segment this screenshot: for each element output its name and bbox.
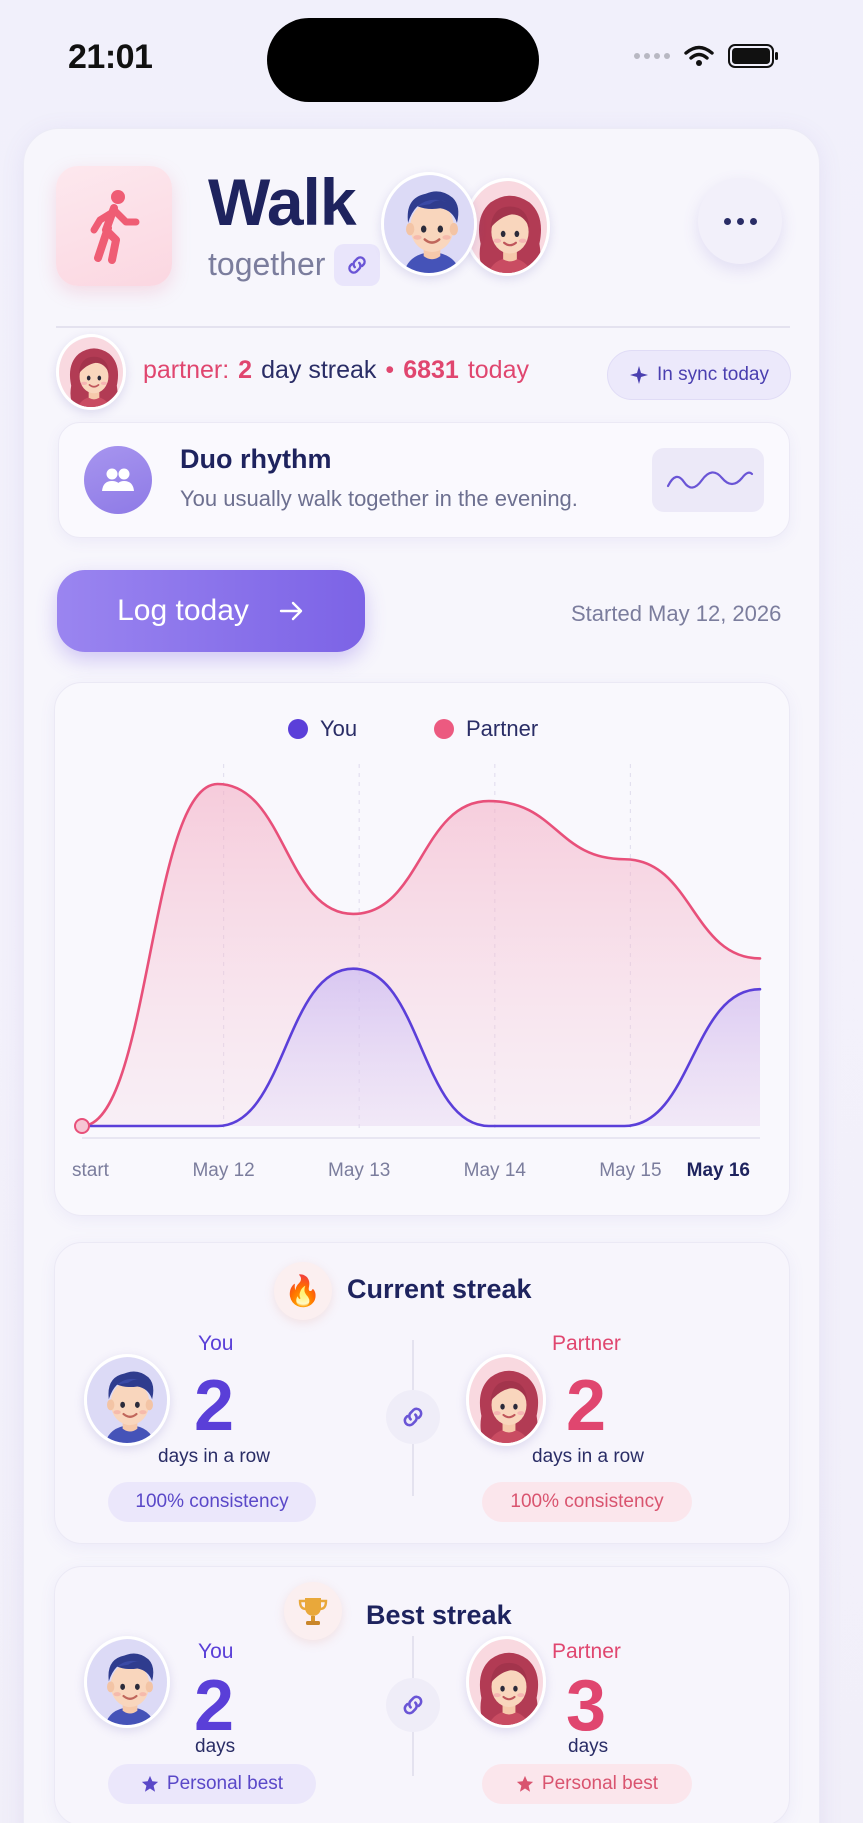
steps-chart: start May 12 May 13 May 14 May 15 May 16 [72, 764, 762, 1181]
current-partner-value: 2 [566, 1366, 607, 1446]
best-you-personal-best: Personal best [108, 1764, 316, 1804]
more-horizontal-icon [723, 217, 731, 225]
best-you-pill-label: Personal best [166, 1773, 284, 1794]
current-link-badge [386, 1390, 440, 1444]
wifi-icon [684, 45, 714, 66]
x-tick-label: May 15 [599, 1160, 661, 1181]
best-partner-avatar [466, 1636, 546, 1728]
app-title: Walk [208, 165, 357, 239]
duo-rhythm-title: Duo rhythm [180, 444, 332, 474]
current-you-avatar [84, 1354, 170, 1446]
avatar-partner-row [56, 334, 126, 410]
app-subtitle: together [208, 246, 326, 282]
trophy-icon [284, 1582, 342, 1640]
partner-steps-text: today [467, 356, 529, 384]
best-partner-personal-best: Personal best [482, 1764, 692, 1804]
x-tick-label: May 12 [192, 1160, 254, 1181]
best-you-avatar [84, 1636, 170, 1728]
current-you-label: You [198, 1332, 234, 1355]
link-chip[interactable] [334, 244, 380, 286]
current-you-consistency: 100% consistency [108, 1482, 316, 1522]
header-divider [56, 326, 790, 328]
rhythm-wave-icon [652, 448, 764, 512]
x-tick-label: May 14 [464, 1160, 527, 1181]
x-tick-label: May 16 [687, 1160, 750, 1181]
current-partner-consistency: 100% consistency [482, 1482, 692, 1522]
link-icon [399, 1691, 427, 1719]
started-date: Started May 12, 2026 [571, 601, 782, 626]
best-you-label: You [198, 1640, 234, 1663]
best-partner-value: 3 [566, 1666, 607, 1746]
cellular-signal-icon [634, 53, 670, 59]
x-tick-label: start [72, 1160, 110, 1181]
partner-label: partner: [143, 356, 230, 384]
star-icon [141, 1775, 159, 1792]
sync-status-chip[interactable]: In sync today [607, 350, 791, 400]
duo-icon [84, 446, 152, 514]
more-button[interactable] [698, 178, 782, 264]
walking-person-icon [90, 190, 140, 264]
status-time: 21:01 [68, 38, 153, 76]
partner-steps: 6831 [403, 356, 459, 384]
current-partner-avatar [466, 1354, 546, 1446]
best-partner-pill-label: Personal best [541, 1773, 659, 1794]
current-streak-title: Current streak [347, 1274, 532, 1304]
duo-rhythm-text: You usually walk together in the evening… [180, 486, 578, 511]
status-icons [634, 44, 780, 68]
log-today-button[interactable]: Log today [57, 570, 365, 652]
dynamic-island [267, 18, 539, 102]
link-icon [344, 252, 370, 278]
star-icon [516, 1775, 534, 1792]
best-you-unit: days [195, 1736, 236, 1757]
fire-icon: 🔥 [274, 1262, 332, 1320]
app-icon [56, 166, 172, 286]
best-streak-title: Best streak [366, 1600, 512, 1630]
partner-streak-count: 2 [238, 356, 253, 384]
current-you-unit: days in a row [158, 1446, 270, 1467]
arrow-right-icon [279, 601, 303, 621]
separator-dot: • [385, 356, 395, 384]
people-icon [102, 468, 134, 491]
sync-chip-label: In sync today [657, 364, 769, 385]
x-tick-label: May 13 [328, 1160, 390, 1181]
best-partner-unit: days [568, 1736, 609, 1757]
sparkle-icon [630, 366, 649, 384]
best-you-value: 2 [194, 1666, 235, 1746]
log-today-label: Log today [117, 594, 249, 627]
link-icon [399, 1403, 427, 1431]
avatar-you-header [381, 172, 477, 276]
start-point [74, 1118, 90, 1134]
best-link-badge [386, 1678, 440, 1732]
best-partner-label: Partner [552, 1640, 621, 1663]
current-partner-unit: days in a row [532, 1446, 644, 1467]
partner-streak-text: day streak [261, 356, 377, 384]
battery-icon [728, 44, 778, 68]
partner-status: partner: 2 day streak • 6831 today [143, 356, 529, 385]
current-you-value: 2 [194, 1366, 235, 1446]
current-you-consistency-label: 100% consistency [135, 1491, 289, 1512]
current-partner-consistency-label: 100% consistency [510, 1491, 664, 1512]
current-partner-label: Partner [552, 1332, 621, 1355]
trophy-glyph [298, 1598, 328, 1625]
